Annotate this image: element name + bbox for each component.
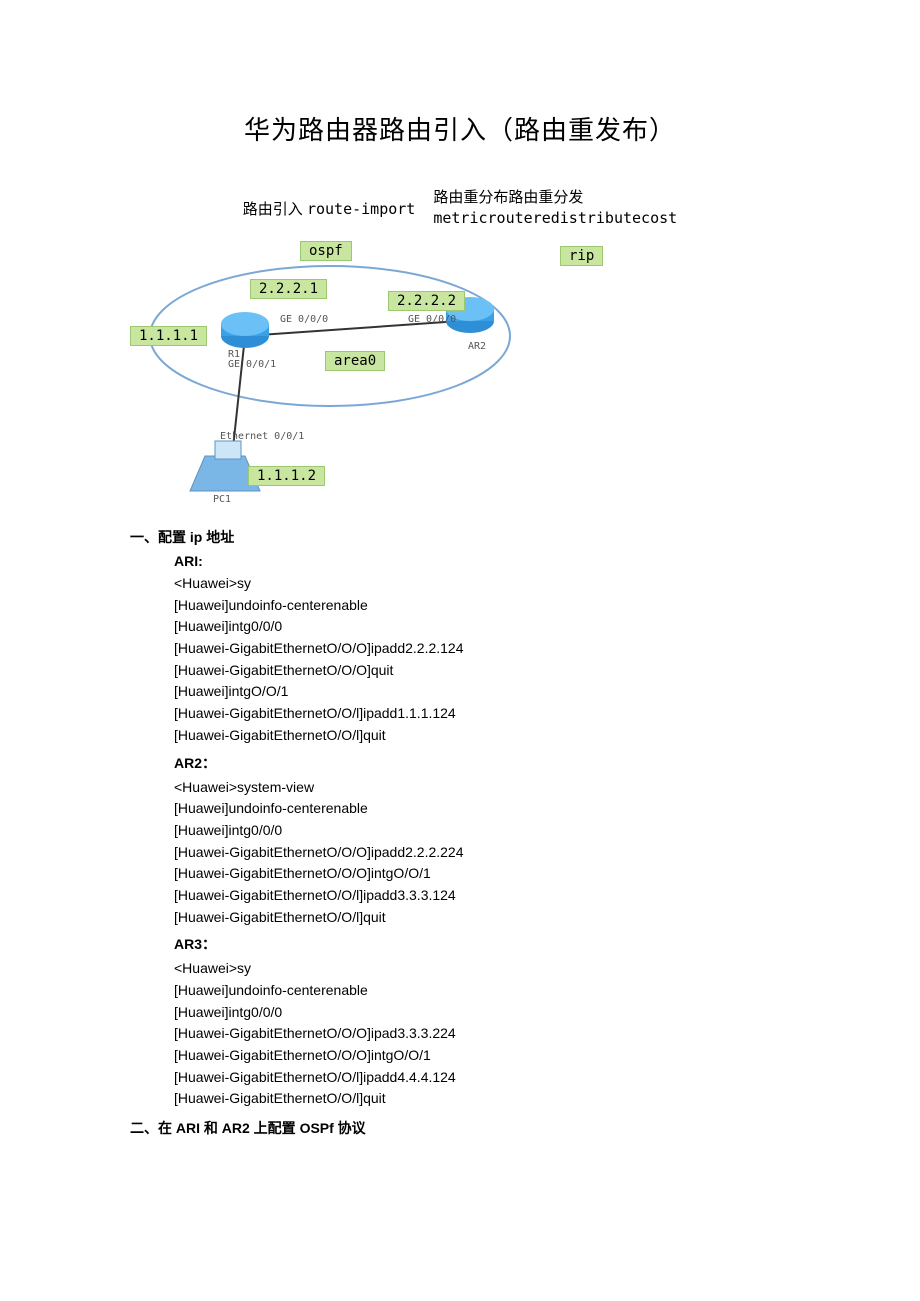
label-ip-1112: 1.1.1.2: [248, 466, 325, 486]
ar3-commands: <Huawei>sy [Huawei]undoinfo-centerenable…: [174, 958, 790, 1110]
label-ge000-b: GE 0/0/0: [408, 314, 456, 325]
page-title: 华为路由器路由引入（路由重发布）: [130, 110, 790, 147]
label-pc1: PC1: [213, 494, 231, 505]
cmd-line: [Huawei-GigabitEthernetO/O/l]ipadd1.1.1.…: [174, 703, 790, 725]
label-ar2: AR2: [468, 341, 486, 352]
label-ip-1111: 1.1.1.1: [130, 326, 207, 346]
route-right-line2: metricrouteredistributecost: [433, 208, 677, 229]
ar1-commands: <Huawei>sy [Huawei]undoinfo-centerenable…: [174, 573, 790, 747]
cmd-line: [Huawei-GigabitEthernetO/O/l]quit: [174, 1088, 790, 1110]
ar3-heading: AR3：: [174, 934, 790, 954]
route-import-row: 路由引入 route-import 路由重分布路由重分发 metricroute…: [130, 187, 790, 229]
cmd-line: [Huawei]intg0/0/0: [174, 616, 790, 638]
diagram-svg: [130, 241, 690, 521]
cmd-line: [Huawei-GigabitEthernetO/O/l]ipadd3.3.3.…: [174, 885, 790, 907]
cmd-line: [Huawei-GigabitEthernetO/O/l]quit: [174, 907, 790, 929]
cmd-line: [Huawei]intg0/0/0: [174, 820, 790, 842]
cmd-line: [Huawei-GigabitEthernetO/O/O]ipad3.3.3.2…: [174, 1023, 790, 1045]
label-ip-2222: 2.2.2.2: [388, 291, 465, 311]
cmd-line: [Huawei-GigabitEthernetO/O/O]intgO/O/1: [174, 863, 790, 885]
section2-heading: 二、在 ARI 和 AR2 上配置 OSPf 协议: [130, 1118, 790, 1138]
section1-heading: 一、配置 ip 地址: [130, 527, 790, 547]
label-ospf: ospf: [300, 241, 352, 261]
cmd-line: [Huawei-GigabitEthernetO/O/O]ipadd2.2.2.…: [174, 638, 790, 660]
cmd-line: [Huawei]intg0/0/0: [174, 1002, 790, 1024]
cmd-line: [Huawei-GigabitEthernetO/O/O]quit: [174, 660, 790, 682]
router-r1-icon: [221, 312, 269, 348]
cmd-line: <Huawei>system-view: [174, 777, 790, 799]
cmd-line: [Huawei]undoinfo-centerenable: [174, 595, 790, 617]
route-right-line1: 路由重分布路由重分发: [433, 187, 677, 208]
label-area0: area0: [325, 351, 385, 371]
cmd-line: <Huawei>sy: [174, 958, 790, 980]
route-import-mono: route-import: [307, 200, 415, 218]
label-ip-2221: 2.2.2.1: [250, 279, 327, 299]
cmd-line: [Huawei]intgO/O/1: [174, 681, 790, 703]
label-eth001: Ethernet 0/0/1: [220, 431, 304, 442]
label-rip: rip: [560, 246, 603, 266]
network-diagram: ospf rip 2.2.2.1 2.2.2.2 1.1.1.1 area0 1…: [130, 241, 690, 521]
page-container: 华为路由器路由引入（路由重发布） 路由引入 route-import 路由重分布…: [0, 0, 920, 1182]
cmd-line: <Huawei>sy: [174, 573, 790, 595]
cmd-line: [Huawei-GigabitEthernetO/O/O]intgO/O/1: [174, 1045, 790, 1067]
cmd-line: [Huawei-GigabitEthernetO/O/O]ipadd2.2.2.…: [174, 842, 790, 864]
ar1-heading: ARI:: [174, 553, 790, 569]
route-import-right: 路由重分布路由重分发 metricrouteredistributecost: [433, 187, 677, 229]
ar2-heading: AR2：: [174, 753, 790, 773]
route-import-cn: 路由引入: [243, 201, 307, 218]
ar2-commands: <Huawei>system-view [Huawei]undoinfo-cen…: [174, 777, 790, 929]
cmd-line: [Huawei]undoinfo-centerenable: [174, 798, 790, 820]
cmd-line: [Huawei-GigabitEthernetO/O/l]ipadd4.4.4.…: [174, 1067, 790, 1089]
label-ge000-a: GE 0/0/0: [280, 314, 328, 325]
cmd-line: [Huawei-GigabitEthernetO/O/l]quit: [174, 725, 790, 747]
route-import-left: 路由引入 route-import: [243, 198, 416, 219]
cmd-line: [Huawei]undoinfo-centerenable: [174, 980, 790, 1002]
label-ge001: GE 0/0/1: [228, 359, 276, 370]
